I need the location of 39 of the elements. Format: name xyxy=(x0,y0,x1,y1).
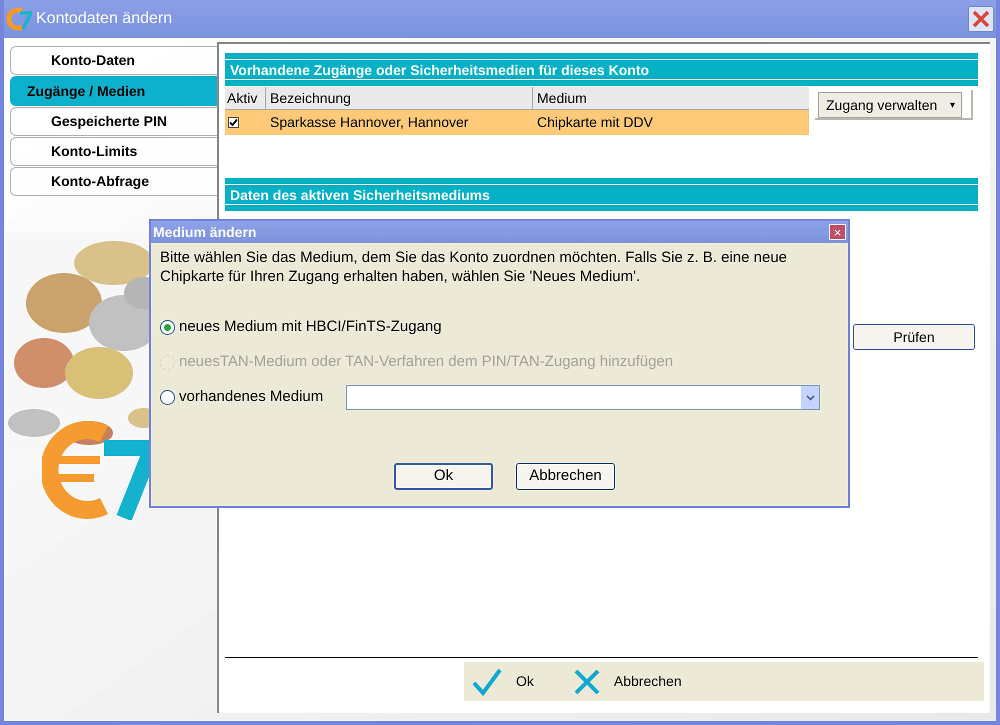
close-icon xyxy=(574,668,600,694)
tab[interactable]: Konto-Daten xyxy=(10,46,217,75)
column-header: Medium xyxy=(536,88,588,108)
radio-label: neues Medium mit HBCI/FinTS-Zugang xyxy=(179,317,442,338)
table-cell-text: Chipkarte mit DDV xyxy=(536,113,654,132)
dialog-message: Bitte wählen Sie das Medium, dem Sie das Konto zuordnen möchten. Falls Sie z. B. eine neue Chipkarte für Ihren Zugang erhalten haben, wählen Sie 'Neues Medium'. xyxy=(159,248,788,286)
radio-button[interactable] xyxy=(160,320,175,335)
checkmark-icon xyxy=(472,668,502,696)
section-title: Daten des aktiven Sicherheitsmediums xyxy=(230,188,490,202)
window-title: Kontodaten ändern xyxy=(36,9,172,29)
radio-label: vorhandenes Medium xyxy=(179,387,324,408)
radio-button[interactable] xyxy=(160,390,175,405)
radio-label: neuesTAN-Medium oder TAN-Verfahren dem PIN/TAN-Zugang hinzufügen xyxy=(179,352,674,372)
column-header: Bezeichnung xyxy=(266,87,533,109)
close-icon xyxy=(972,10,990,28)
manage-access-button[interactable]: Zugang verwalten ▾ xyxy=(818,92,962,118)
close-button[interactable] xyxy=(968,6,994,32)
cancel-button[interactable]: Abbrechen xyxy=(574,668,682,694)
medium-dropdown[interactable] xyxy=(346,385,820,410)
checkbox[interactable] xyxy=(228,117,239,128)
logo-icon xyxy=(6,7,32,31)
dialog-button[interactable]: Ok xyxy=(394,463,493,490)
caret-icon: ▾ xyxy=(950,98,955,112)
dialog-title: Medium ändern xyxy=(153,222,256,242)
dialog-button[interactable]: Abbrechen xyxy=(516,463,615,490)
chevron-down-icon xyxy=(801,386,820,409)
section-title: Vorhandene Zugänge oder Sicherheitsmedien für dieses Konto xyxy=(230,62,650,76)
ok-button[interactable]: Ok xyxy=(472,668,534,696)
tab[interactable]: Konto-Abfrage xyxy=(10,167,217,196)
table-cell-text: Sparkasse Hannover, Hannover xyxy=(269,113,470,132)
table-row[interactable]: Sparkasse Hannover, Hannover Chipkarte mit DDV xyxy=(225,110,809,135)
tab[interactable]: Gespeicherte PIN xyxy=(10,107,217,136)
check-button[interactable]: Prüfen xyxy=(853,324,975,350)
button-label: Abbrechen xyxy=(614,672,682,691)
tab[interactable]: Zugänge / Medien xyxy=(10,76,217,106)
column-header: Aktiv xyxy=(225,87,266,109)
close-button[interactable]: × xyxy=(829,224,846,240)
button-label: Ok xyxy=(516,672,534,691)
tab[interactable]: Konto-Limits xyxy=(10,137,217,166)
